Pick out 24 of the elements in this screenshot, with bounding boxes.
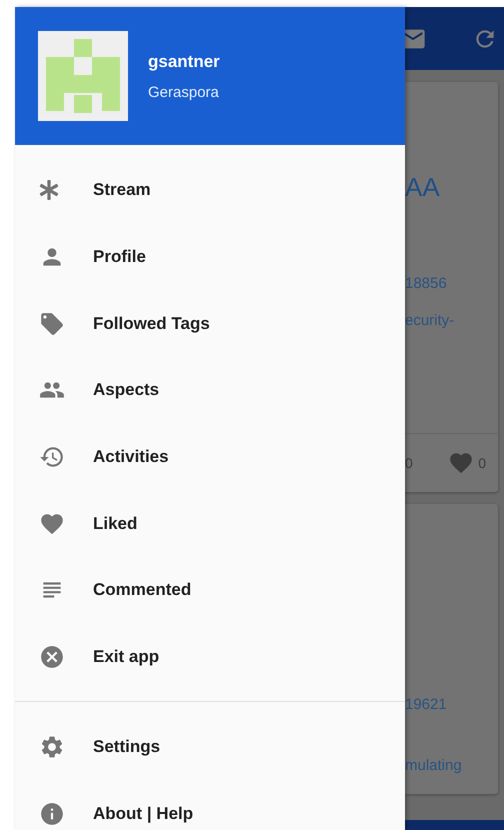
- info-icon: [39, 800, 65, 827]
- drawer-item[interactable]: Activities: [15, 424, 405, 490]
- post-text: mulating: [405, 757, 463, 774]
- asterisk-icon: [39, 180, 59, 200]
- drawer-item[interactable]: Profile: [15, 224, 405, 290]
- like-count: 0: [478, 455, 486, 471]
- post-number: 18856: [405, 275, 448, 292]
- pod-name: Geraspora: [148, 84, 220, 100]
- settings-icon: [39, 734, 65, 760]
- drawer-item[interactable]: Aspects: [15, 357, 405, 424]
- drawer-item[interactable]: Commented: [15, 557, 405, 624]
- drawer-item[interactable]: Settings: [15, 714, 405, 780]
- drawer-item[interactable]: About | Help: [15, 780, 405, 830]
- username: gsantner: [148, 52, 220, 72]
- drawer-item[interactable]: Followed Tags: [15, 290, 405, 358]
- avatar-identicon: [38, 31, 128, 121]
- post-text: ecurity-: [405, 312, 456, 329]
- tag-icon: [39, 310, 65, 337]
- post-title: AA: [405, 172, 441, 203]
- drawer-item[interactable]: Stream: [15, 157, 405, 224]
- drawer-item[interactable]: Exit app: [15, 624, 405, 690]
- drawer-item[interactable]: Liked: [15, 490, 405, 558]
- cancel-icon: [39, 644, 65, 670]
- post-number: 19621: [405, 696, 448, 713]
